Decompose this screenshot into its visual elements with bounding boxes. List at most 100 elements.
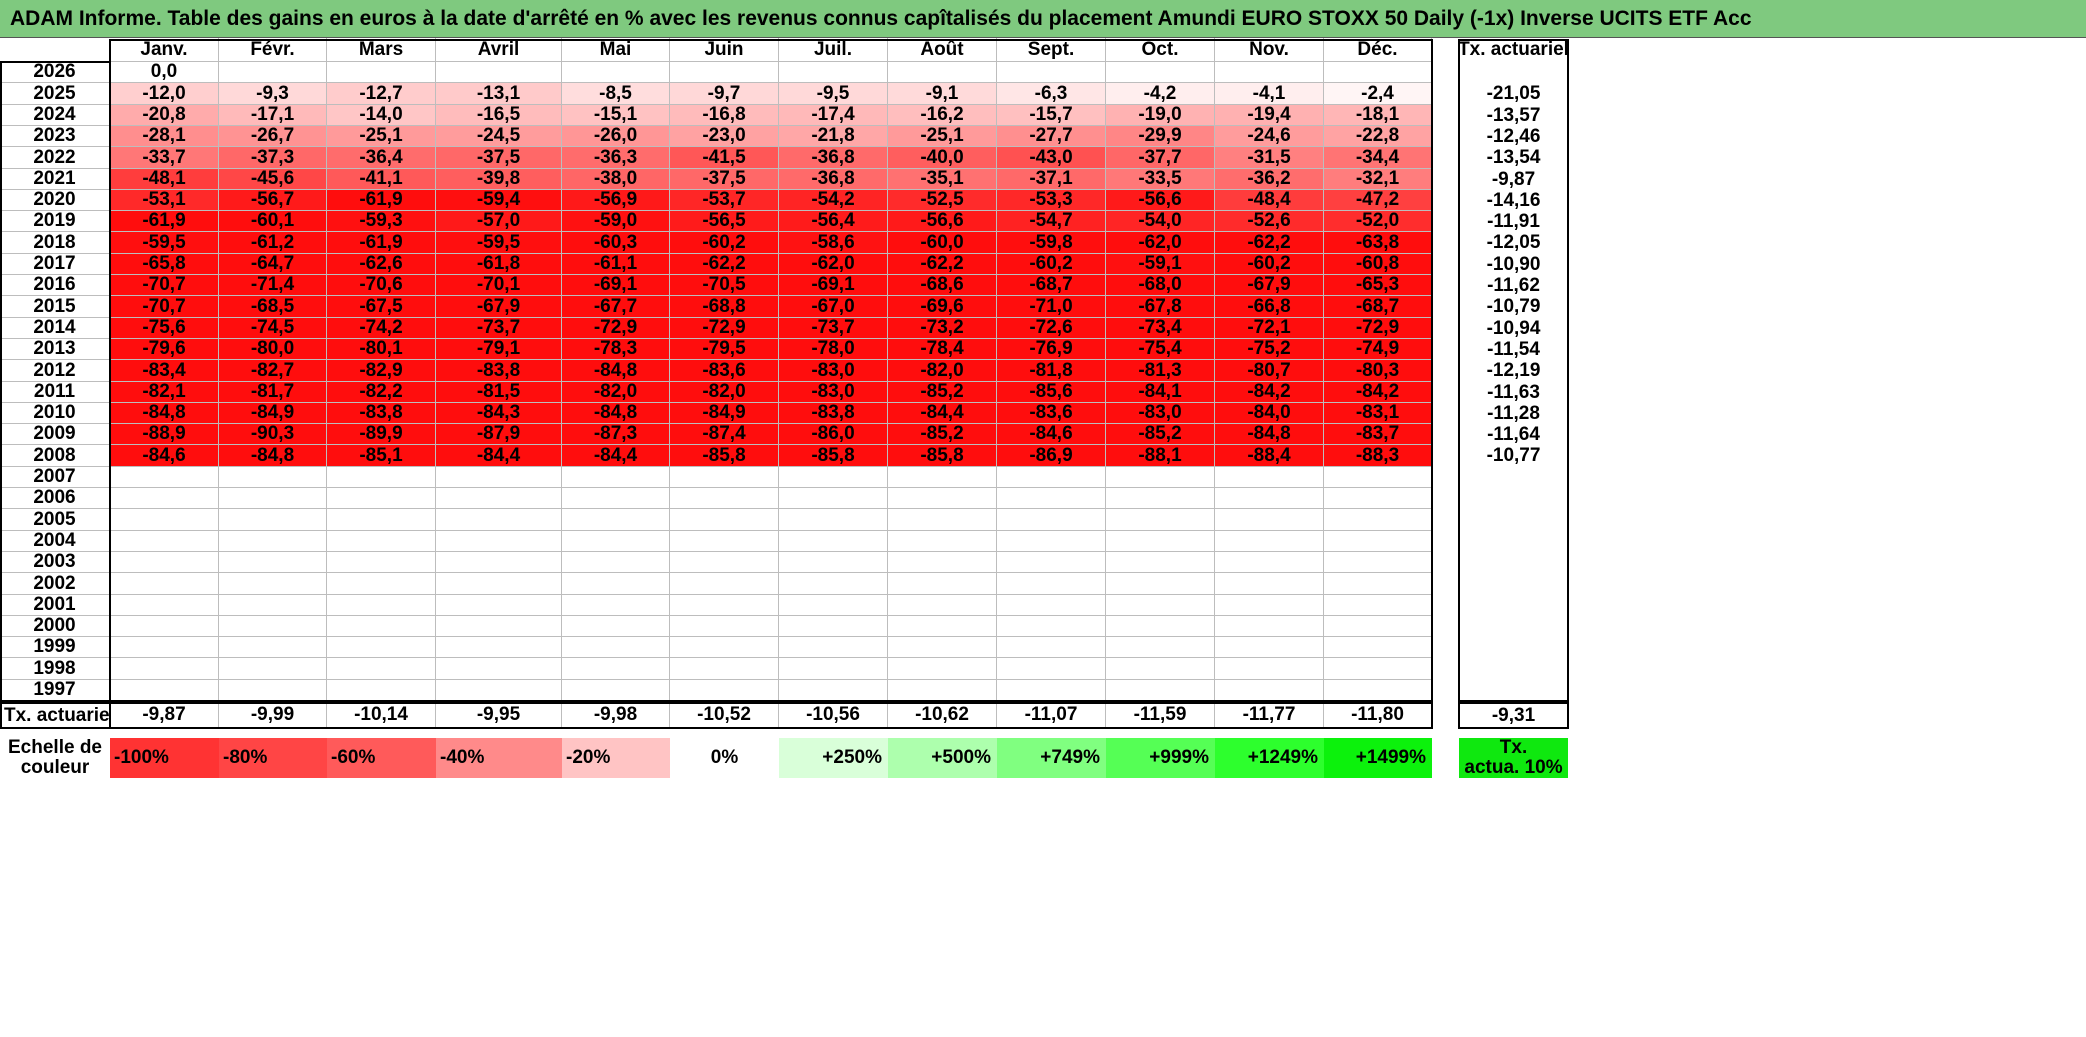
table-cell: -32,1 bbox=[1324, 169, 1432, 190]
table-cell bbox=[327, 552, 436, 573]
table-cell bbox=[1106, 680, 1215, 701]
legend-label-line2: couleur bbox=[20, 757, 90, 778]
table-cell bbox=[888, 488, 997, 509]
table-cell bbox=[1106, 637, 1215, 658]
table-cell bbox=[562, 531, 670, 552]
legend-label-line1: Echelle de bbox=[8, 738, 102, 758]
year-label: 2007 bbox=[0, 467, 110, 488]
month-header-3: Mars bbox=[327, 38, 436, 62]
table-cell bbox=[1106, 62, 1215, 83]
table-cell: -36,8 bbox=[779, 147, 888, 169]
table-cell bbox=[670, 62, 779, 83]
table-cell bbox=[110, 595, 219, 616]
table-cell bbox=[997, 658, 1106, 680]
year-label: 2003 bbox=[0, 552, 110, 573]
table-cell: -59,4 bbox=[436, 190, 562, 211]
table-cell: -48,1 bbox=[110, 169, 219, 190]
table-cell bbox=[670, 595, 779, 616]
rate-cell bbox=[1459, 573, 1568, 595]
rate-cell: -14,16 bbox=[1486, 190, 1541, 211]
table-cell: -27,7 bbox=[997, 126, 1106, 147]
year-label: 2022 bbox=[0, 147, 110, 169]
table-cell: -82,0 bbox=[670, 382, 779, 403]
rate-cell: -12,19 bbox=[1486, 360, 1541, 381]
table-cell: -70,1 bbox=[436, 275, 562, 296]
table-cell bbox=[110, 637, 219, 658]
table-cell: -53,1 bbox=[110, 190, 219, 211]
table-cell: -54,0 bbox=[1106, 211, 1215, 232]
table-cell: -36,2 bbox=[1215, 169, 1324, 190]
table-cell: -68,5 bbox=[219, 296, 327, 318]
table-cell: -83,0 bbox=[779, 360, 888, 382]
table-cell: -83,4 bbox=[110, 360, 219, 382]
table-cell: -86,0 bbox=[779, 424, 888, 445]
table-cell: -82,7 bbox=[219, 360, 327, 382]
table-cell: -17,4 bbox=[779, 105, 888, 126]
table-cell bbox=[436, 573, 562, 595]
table-cell: 0,0 bbox=[110, 62, 219, 83]
table-cell: -85,8 bbox=[779, 445, 888, 467]
summary-cell: -10,52 bbox=[670, 703, 779, 728]
summary-cell: -9,98 bbox=[562, 703, 670, 728]
rate-cell bbox=[1459, 680, 1568, 701]
table-cell: -8,5 bbox=[562, 83, 670, 105]
table-cell: -56,7 bbox=[219, 190, 327, 211]
table-cell bbox=[562, 680, 670, 701]
table-cell bbox=[888, 680, 997, 701]
table-cell: -61,9 bbox=[110, 211, 219, 232]
table-cell: -68,7 bbox=[997, 275, 1106, 296]
legend-swatch: +749% bbox=[997, 738, 1106, 778]
table-cell bbox=[110, 573, 219, 595]
table-cell bbox=[562, 509, 670, 531]
year-label: 2006 bbox=[0, 488, 110, 509]
table-cell bbox=[1106, 531, 1215, 552]
table-cell: -67,8 bbox=[1106, 296, 1215, 318]
table-cell: -70,6 bbox=[327, 275, 436, 296]
table-cell bbox=[779, 509, 888, 531]
table-cell bbox=[779, 595, 888, 616]
rate-cell bbox=[1459, 467, 1568, 488]
legend-swatch: -80% bbox=[219, 738, 327, 778]
table-cell: -85,8 bbox=[670, 445, 779, 467]
table-cell bbox=[670, 552, 779, 573]
table-cell: -88,3 bbox=[1324, 445, 1432, 467]
table-cell: -84,2 bbox=[1215, 382, 1324, 403]
table-cell: -82,1 bbox=[110, 382, 219, 403]
table-cell: -16,8 bbox=[670, 105, 779, 126]
table-cell bbox=[1215, 552, 1324, 573]
table-cell bbox=[110, 658, 219, 680]
legend-swatch: -40% bbox=[436, 738, 562, 778]
table-cell: -9,7 bbox=[670, 83, 779, 105]
table-cell bbox=[562, 467, 670, 488]
table-cell: -70,7 bbox=[110, 275, 219, 296]
table-cell: -35,1 bbox=[888, 169, 997, 190]
table-cell bbox=[1215, 637, 1324, 658]
table-cell bbox=[1215, 573, 1324, 595]
month-header-11: Nov. bbox=[1215, 38, 1324, 62]
rate-cell: -11,62 bbox=[1487, 275, 1540, 296]
table-cell: -84,9 bbox=[670, 403, 779, 424]
table-cell: -58,6 bbox=[779, 232, 888, 254]
table-cell: -60,1 bbox=[219, 211, 327, 232]
table-cell bbox=[110, 680, 219, 701]
table-cell: -83,7 bbox=[1324, 424, 1432, 445]
table-cell: -76,9 bbox=[997, 339, 1106, 360]
year-label: 2025 bbox=[0, 83, 110, 105]
table-cell: -73,7 bbox=[436, 318, 562, 339]
table-cell: -89,9 bbox=[327, 424, 436, 445]
summary-cell: -11,77 bbox=[1215, 703, 1324, 728]
table-cell: -24,5 bbox=[436, 126, 562, 147]
table-cell bbox=[997, 573, 1106, 595]
table-cell: -54,7 bbox=[997, 211, 1106, 232]
table-cell bbox=[888, 595, 997, 616]
table-cell: -69,1 bbox=[562, 275, 670, 296]
table-cell: -26,0 bbox=[562, 126, 670, 147]
table-cell: -19,0 bbox=[1106, 105, 1215, 126]
year-label: 2014 bbox=[0, 318, 110, 339]
table-cell: -40,0 bbox=[888, 147, 997, 169]
table-cell: -9,3 bbox=[219, 83, 327, 105]
table-cell bbox=[219, 467, 327, 488]
table-cell: -80,3 bbox=[1324, 360, 1432, 382]
table-cell bbox=[997, 680, 1106, 701]
table-cell: -73,7 bbox=[779, 318, 888, 339]
